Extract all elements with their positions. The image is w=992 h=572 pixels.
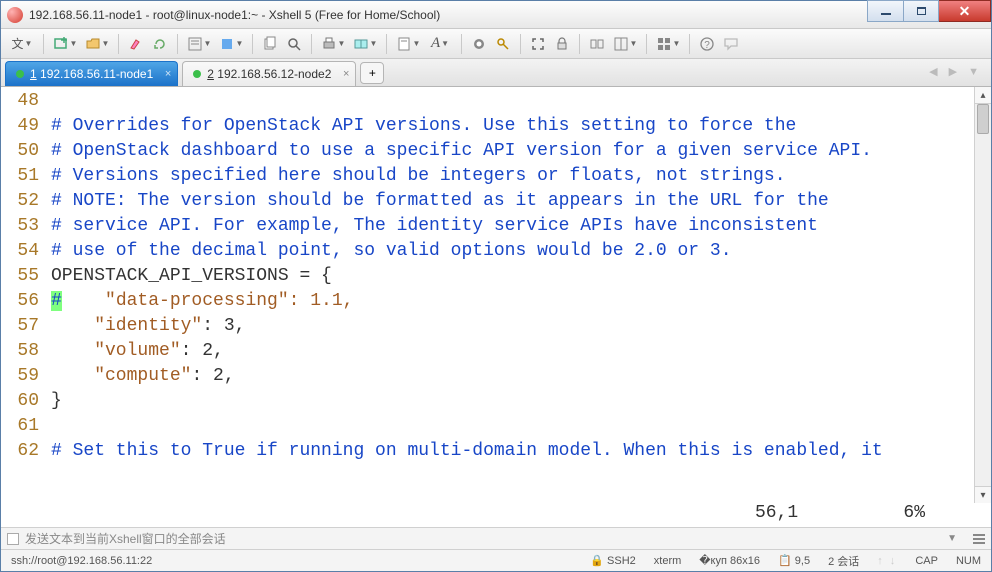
print-button[interactable]: ▼	[318, 33, 348, 55]
broadcast-bar: 发送文本到当前Xshell窗口的全部会话 ▼	[1, 527, 991, 549]
script-button[interactable]: ▼	[393, 33, 423, 55]
transfer-button[interactable]: ▼	[350, 33, 380, 55]
highlighter-button[interactable]	[125, 33, 147, 55]
layout-button[interactable]: ▼	[610, 33, 640, 55]
toolbar: 文▼ ▼ ▼ ▼ ▼ ▼ ▼ ▼ A▼ ▼ ▼ ?	[1, 29, 991, 59]
connection-string: ssh://root@192.168.56.11:22	[11, 555, 152, 567]
broadcast-menu-icon[interactable]	[973, 534, 985, 544]
line-gutter: 48 49 50 51 52 53 54 55 56 57 58 59 60 6…	[1, 87, 45, 503]
fullscreen-button[interactable]	[527, 33, 549, 55]
encoding-button[interactable]: 文▼	[7, 33, 37, 55]
color-button[interactable]: ▼	[216, 33, 246, 55]
add-tab-button[interactable]: +	[360, 62, 384, 84]
num-indicator: NUM	[956, 555, 981, 567]
new-session-button[interactable]: ▼	[50, 33, 80, 55]
scroll-thumb[interactable]	[977, 104, 989, 134]
font-button[interactable]: A▼	[425, 33, 455, 55]
code-content[interactable]: # Overrides for OpenStack API versions. …	[45, 87, 974, 503]
tunneling-button[interactable]	[586, 33, 608, 55]
key-button[interactable]	[492, 33, 514, 55]
statusbar: ssh://root@192.168.56.11:22 🔒 SSH2 xterm…	[1, 549, 991, 571]
broadcast-checkbox[interactable]	[7, 533, 19, 545]
scroll-down-button[interactable]: ▾	[975, 486, 991, 503]
maximize-button[interactable]	[903, 0, 939, 22]
broadcast-dropdown[interactable]: ▼	[947, 533, 957, 544]
caps-indicator: CAP	[915, 555, 938, 567]
tab-label: 1 192.168.56.11-node1	[30, 67, 153, 81]
session-tab[interactable]: 1 192.168.56.11-node1 ×	[5, 61, 178, 86]
reconnect-button[interactable]	[149, 33, 171, 55]
close-button[interactable]: ✕	[939, 0, 991, 22]
app-icon	[7, 7, 23, 23]
cloud-button[interactable]	[468, 33, 490, 55]
scroll-up-button[interactable]: ▴	[975, 87, 991, 104]
window-title: 192.168.56.11-node1 - root@linux-node1:~…	[29, 8, 867, 22]
tab-nav-arrows[interactable]: ◀ ▶ ▼	[929, 65, 983, 78]
app-window: 192.168.56.11-node1 - root@linux-node1:~…	[0, 0, 992, 572]
help-button[interactable]: ?	[696, 33, 718, 55]
vim-status-line: 56,1 6%	[1, 503, 991, 527]
search-button[interactable]	[283, 33, 305, 55]
session-tab[interactable]: 2 192.168.56.12-node2 ×	[182, 61, 356, 86]
properties-button[interactable]: ▼	[184, 33, 214, 55]
tabbar: 1 192.168.56.11-node1×2 192.168.56.12-no…	[1, 59, 991, 87]
tab-label: 2 192.168.56.12-node2	[207, 67, 331, 81]
minimize-button[interactable]	[867, 0, 903, 22]
copy-button[interactable]	[259, 33, 281, 55]
tab-close-icon[interactable]: ×	[343, 68, 349, 80]
tab-close-icon[interactable]: ×	[165, 68, 171, 80]
term-type: xterm	[654, 555, 682, 567]
svg-text:?: ?	[704, 40, 710, 51]
cursor-pos: 📋 9,5	[778, 554, 810, 567]
status-arrows-icon: ↑ ↓	[877, 555, 897, 567]
terminal-area: 48 49 50 51 52 53 54 55 56 57 58 59 60 6…	[1, 87, 991, 527]
open-button[interactable]: ▼	[82, 33, 112, 55]
status-dot-icon	[193, 70, 201, 78]
vertical-scrollbar[interactable]: ▴ ▾	[974, 87, 991, 503]
chat-button[interactable]	[720, 33, 742, 55]
status-dot-icon	[16, 70, 24, 78]
broadcast-input[interactable]: 发送文本到当前Xshell窗口的全部会话	[25, 530, 941, 547]
titlebar[interactable]: 192.168.56.11-node1 - root@linux-node1:~…	[1, 1, 991, 29]
term-size: �куп 86x16	[699, 554, 760, 567]
lock-icon: 🔒 SSH2	[590, 554, 636, 567]
tile-button[interactable]: ▼	[653, 33, 683, 55]
session-count: 2 会话	[828, 553, 859, 569]
lock-button[interactable]	[551, 33, 573, 55]
